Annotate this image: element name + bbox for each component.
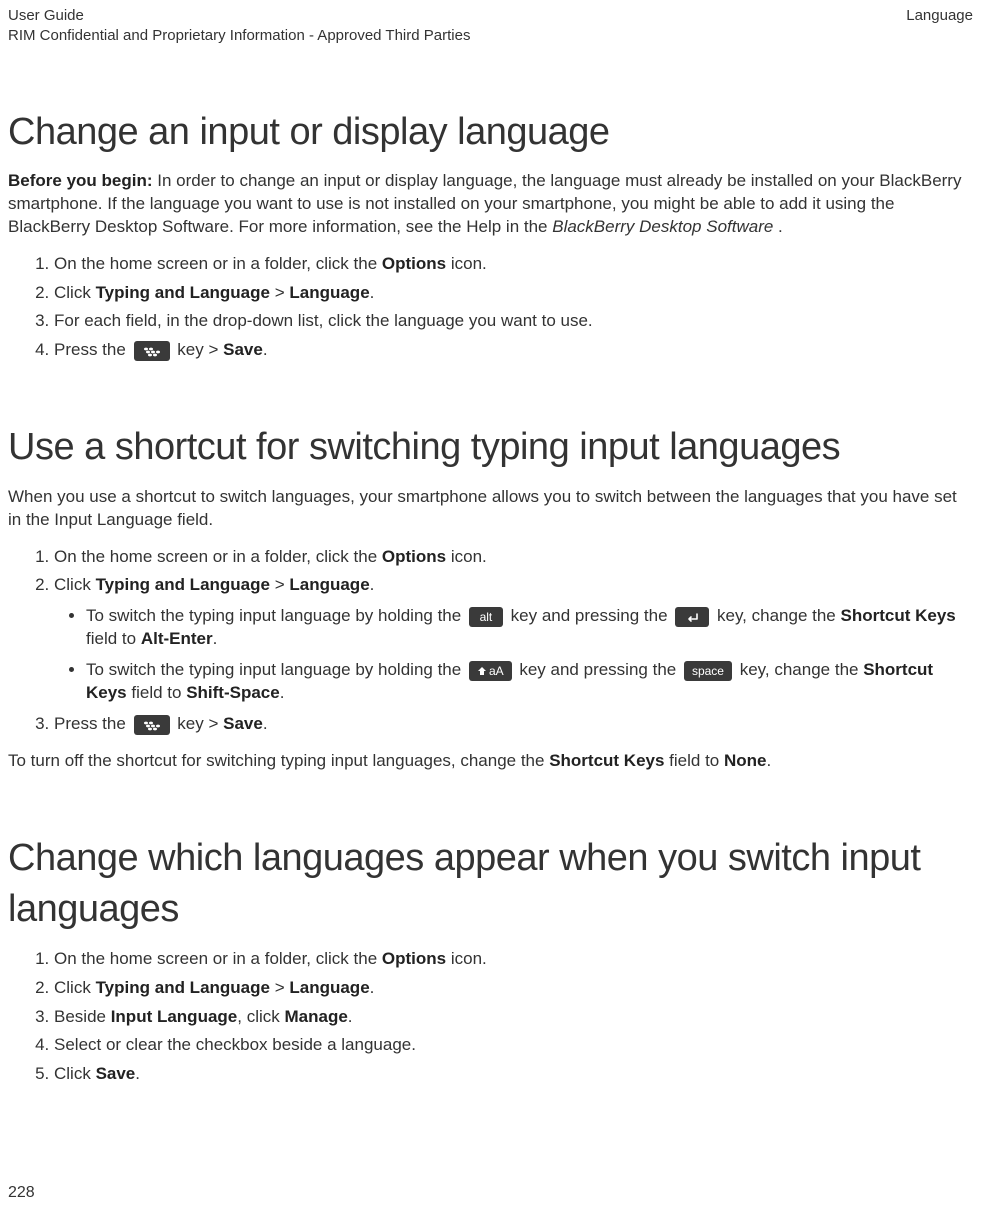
header-right: Language — [906, 6, 973, 47]
blackberry-key-icon — [134, 341, 170, 361]
steps-list: On the home screen or in a folder, click… — [8, 948, 973, 1087]
step-item: Click Typing and Language > Language. — [54, 282, 973, 305]
step-item: Press the key > Save. — [54, 339, 973, 362]
step-item: Click Save. — [54, 1063, 973, 1086]
step-item: Select or clear the checkbox beside a la… — [54, 1034, 973, 1057]
header-left: User Guide RIM Confidential and Propriet… — [8, 6, 470, 47]
step-item: Press the key > Save. — [54, 713, 973, 736]
alt-key-icon: alt — [469, 607, 503, 627]
shift-key-icon: aA — [469, 661, 512, 681]
bullet-list: To switch the typing input language by h… — [54, 605, 973, 705]
intro-bold: Before you begin: — [8, 171, 153, 190]
enter-key-icon — [675, 607, 709, 627]
header-title: User Guide — [8, 6, 470, 26]
intro-paragraph: Before you begin: In order to change an … — [8, 170, 973, 239]
header-subtitle: RIM Confidential and Proprietary Informa… — [8, 26, 470, 46]
intro-paragraph: When you use a shortcut to switch langua… — [8, 486, 973, 532]
step-item: Beside Input Language, click Manage. — [54, 1006, 973, 1029]
after-note: To turn off the shortcut for switching t… — [8, 750, 973, 773]
step-item: Click Typing and Language > Language. To… — [54, 574, 973, 705]
step-item: Click Typing and Language > Language. — [54, 977, 973, 1000]
steps-list: On the home screen or in a folder, click… — [8, 546, 973, 737]
blackberry-key-icon — [134, 715, 170, 735]
step-item: On the home screen or in a folder, click… — [54, 948, 973, 971]
section-title: Use a shortcut for switching typing inpu… — [8, 422, 973, 473]
bullet-item: To switch the typing input language by h… — [86, 659, 973, 705]
step-item: On the home screen or in a folder, click… — [54, 253, 973, 276]
step-item: For each field, in the drop-down list, c… — [54, 310, 973, 333]
step-item: On the home screen or in a folder, click… — [54, 546, 973, 569]
page-container: User Guide RIM Confidential and Propriet… — [0, 0, 981, 1102]
section-title: Change an input or display language — [8, 107, 973, 158]
page-header: User Guide RIM Confidential and Propriet… — [8, 6, 973, 47]
space-key-icon: space — [684, 661, 732, 681]
steps-list: On the home screen or in a folder, click… — [8, 253, 973, 363]
intro-italic: BlackBerry Desktop Software — [552, 217, 773, 236]
section-title: Change which languages appear when you s… — [8, 833, 973, 936]
page-number: 228 — [8, 1182, 35, 1204]
bullet-item: To switch the typing input language by h… — [86, 605, 973, 651]
intro-tail: . — [773, 217, 782, 236]
